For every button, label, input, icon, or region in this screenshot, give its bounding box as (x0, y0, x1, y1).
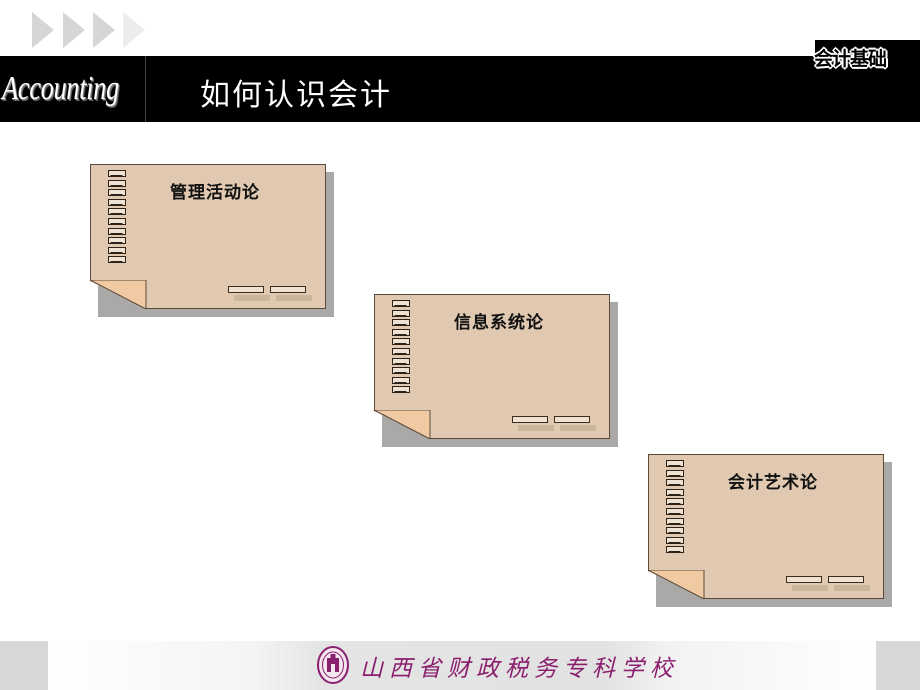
ring-icon (666, 546, 684, 554)
card-button-right (270, 286, 306, 293)
card-title: 会计艺术论 (728, 473, 818, 493)
ring-icon (108, 227, 126, 235)
footer: 山西省财政税务专科学校 (0, 641, 920, 690)
ring-icon (108, 208, 126, 216)
ring-icon (392, 347, 410, 355)
card-button-right (828, 576, 864, 583)
card-management-activity[interactable]: 管理活动论 (90, 164, 334, 317)
notebook-rings (392, 300, 414, 396)
button-shadow (560, 425, 596, 431)
card-button-left (786, 576, 822, 583)
arrow-icon (32, 12, 54, 48)
ring-icon (108, 246, 126, 254)
ring-icon (392, 328, 410, 336)
header-bar: Accounting 如何认识会计 (0, 56, 920, 122)
arrow-icon (123, 12, 145, 48)
button-shadow (518, 425, 554, 431)
ring-icon (666, 460, 684, 467)
school-name: 山西省财政税务专科学校 (360, 656, 679, 682)
ring-icon (666, 488, 684, 496)
card-button-right (554, 416, 590, 423)
button-shadow (834, 585, 870, 591)
ring-icon (392, 300, 410, 307)
ring-icon (392, 338, 410, 346)
ring-icon (666, 536, 684, 544)
ring-icon (666, 479, 684, 487)
page-title: 如何认识会计 (200, 78, 392, 113)
button-shadow (234, 295, 270, 301)
card-button-left (512, 416, 548, 423)
arrow-icon (93, 12, 115, 48)
card-accounting-art[interactable]: 会计艺术论 (648, 454, 892, 607)
ring-icon (666, 498, 684, 506)
ring-icon (108, 189, 126, 197)
footer-right-block (876, 641, 920, 690)
notebook-rings (666, 460, 688, 556)
ring-icon (108, 179, 126, 187)
course-badge: 会计基础 (814, 44, 887, 71)
ring-icon (392, 309, 410, 317)
ring-icon (108, 237, 126, 245)
card-button-left (228, 286, 264, 293)
ring-icon (392, 367, 410, 375)
page-curl-icon (90, 280, 147, 309)
ring-icon (108, 256, 126, 264)
school-emblem-icon (317, 646, 349, 684)
ring-icon (108, 198, 126, 206)
ring-icon (392, 357, 410, 365)
ring-icon (108, 217, 126, 225)
button-shadow (792, 585, 828, 591)
ring-icon (666, 507, 684, 515)
button-shadow (276, 295, 312, 301)
decorative-arrows (30, 12, 150, 52)
ring-icon (666, 517, 684, 525)
arrow-icon (63, 12, 85, 48)
ring-icon (666, 527, 684, 535)
card-title: 信息系统论 (454, 313, 544, 333)
card-information-system[interactable]: 信息系统论 (374, 294, 618, 447)
footer-left-block (0, 641, 48, 690)
brand-block: Accounting (0, 56, 146, 122)
course-badge-text: 会计基础 (814, 48, 887, 70)
page-curl-icon (648, 570, 705, 599)
ring-icon (392, 386, 410, 394)
ring-icon (392, 319, 410, 327)
page-curl-icon (374, 410, 431, 439)
ring-icon (392, 376, 410, 384)
ring-icon (108, 170, 126, 177)
brand-text: Accounting (2, 70, 119, 107)
notebook-rings (108, 170, 130, 266)
ring-icon (666, 469, 684, 477)
card-title: 管理活动论 (170, 183, 260, 203)
